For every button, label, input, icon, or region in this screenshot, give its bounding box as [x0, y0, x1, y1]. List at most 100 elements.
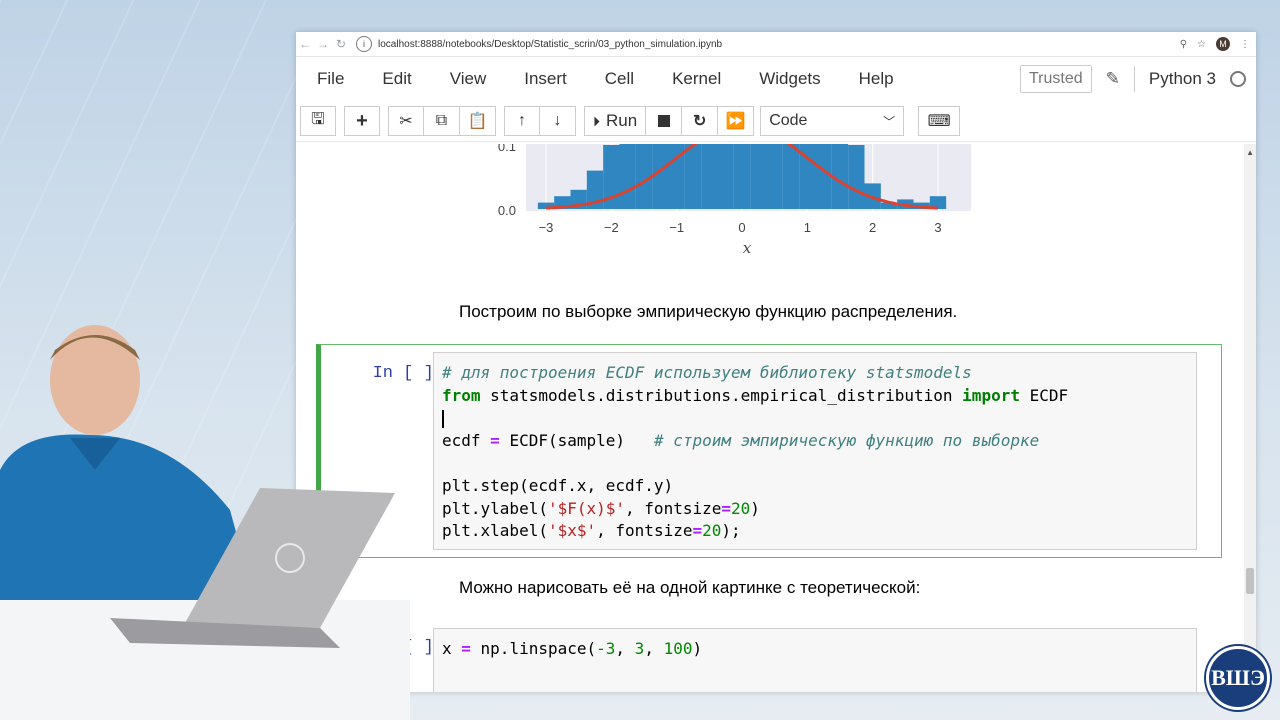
paste-button[interactable]: 📋 [460, 106, 496, 136]
zoom-icon[interactable]: ⚲ [1180, 39, 1187, 50]
histogram-bar [619, 144, 636, 209]
forward-icon[interactable]: → [314, 37, 332, 51]
save-button[interactable]: 🖫 [300, 106, 336, 136]
kernel-status-icon [1230, 71, 1246, 87]
info-icon[interactable]: i [356, 36, 372, 52]
markdown-cell-2[interactable]: Можно нарисовать её на одной картинке с … [459, 578, 920, 598]
more-icon[interactable]: ⋮ [1240, 39, 1250, 50]
reload-icon[interactable]: ↻ [332, 37, 350, 51]
move-up-button[interactable]: ↑ [504, 106, 540, 136]
number-token: 20 [731, 498, 751, 518]
scroll-up-icon[interactable]: ▲ [1246, 148, 1254, 157]
back-icon[interactable]: ← [296, 37, 314, 51]
interrupt-button[interactable] [646, 106, 683, 136]
operator-token: = [692, 521, 703, 541]
string-token: '$x$' [547, 521, 597, 541]
operator-token: = [721, 498, 731, 518]
hse-logo-text: ВШЭ [1211, 665, 1265, 690]
name-token: ECDF [1019, 385, 1069, 405]
histogram-bar [701, 144, 718, 209]
run-label: Run [606, 111, 638, 130]
kernel-name: Python 3 [1148, 69, 1216, 88]
operator-token: = [461, 639, 471, 658]
text-cursor [442, 409, 444, 428]
histogram-bar [848, 145, 865, 209]
restart-run-all-button[interactable]: ⏩ [718, 106, 755, 136]
paste-icon: 📋 [467, 113, 488, 130]
histogram-bar [815, 144, 832, 209]
histogram-bar [733, 144, 751, 209]
x-tick-label: −2 [604, 220, 619, 235]
x-tick-label: −1 [669, 220, 684, 235]
punct-token: , [615, 639, 635, 658]
scissors-icon: ✂ [399, 113, 413, 130]
restart-icon: ↻ [692, 113, 707, 130]
x-tick-label: −3 [539, 220, 554, 235]
punct-token: ) [750, 498, 760, 518]
avatar[interactable]: M [1216, 37, 1230, 51]
code-editor-2[interactable]: x = np.linspace(-3, 3, 100) [433, 628, 1197, 692]
step-forward-icon: ⏵ [593, 112, 600, 129]
call-token: plt.ylabel( [442, 498, 548, 518]
stop-icon [657, 115, 670, 127]
name-token: , fontsize [596, 521, 693, 541]
name-token: x [442, 639, 462, 658]
cut-button[interactable]: ✂ [388, 106, 424, 136]
number-token: -3 [596, 639, 616, 658]
menu-view[interactable]: View [450, 69, 487, 89]
code-line-6: plt.step(ecdf.x, ecdf.y) [442, 475, 674, 495]
call-token: ECDF(sample) [499, 430, 654, 450]
menu-insert[interactable]: Insert [524, 69, 567, 89]
keyboard-icon: ⌨ [927, 113, 951, 130]
command-palette-button[interactable]: ⌨ [918, 106, 961, 136]
laptop [110, 488, 395, 648]
restart-button[interactable]: ↻ [682, 106, 719, 136]
histogram-bar [750, 144, 767, 209]
edit-pencil-icon[interactable]: ✎ [1106, 69, 1120, 89]
notebook-area: 0.1 0.0 −3 −2 −1 0 1 2 3 x Построим по выборке… [296, 144, 1244, 692]
separator [1133, 66, 1135, 92]
code-line-7: plt.ylabel('$F(x)$', fontsize=20) [442, 499, 760, 518]
move-down-button[interactable]: ↓ [540, 106, 576, 136]
string-token: '$F(x)$' [547, 498, 626, 518]
copy-button[interactable]: ⧉ [424, 106, 460, 136]
cell-prompt: In [ ]: [372, 364, 444, 383]
menu-bar: File Edit View Insert Cell Kernel Widget… [296, 57, 1256, 101]
number-token: 20 [702, 521, 722, 541]
menu-cell[interactable]: Cell [605, 69, 634, 89]
menu-kernel[interactable]: Kernel [672, 69, 721, 89]
histogram-bar [782, 144, 800, 209]
keyword-token: import [962, 385, 1020, 405]
url-text[interactable]: localhost:8888/notebooks/Desktop/Statist… [378, 39, 722, 50]
save-icon: 🖫 [311, 110, 325, 128]
cell-type-value: Code [769, 112, 808, 129]
markdown-cell-1[interactable]: Построим по выборке эмпирическую функцию… [459, 302, 957, 322]
code-editor-1[interactable]: # для построения ECDF используем библиот… [433, 352, 1197, 550]
code-line-8: plt.xlabel('$x$', fontsize=20); [442, 521, 741, 540]
x-tick-label: 2 [869, 220, 876, 235]
menu-file[interactable]: File [317, 69, 344, 89]
histogram-bar [717, 144, 734, 209]
punct-token: , [644, 639, 664, 658]
histogram-bar [652, 144, 669, 209]
name-token: , fontsize [625, 498, 722, 518]
star-icon[interactable]: ☆ [1197, 39, 1206, 50]
scroll-thumb[interactable] [1246, 568, 1254, 594]
run-button[interactable]: ⏵ Run [584, 106, 647, 136]
trusted-badge[interactable]: Trusted [1019, 65, 1092, 93]
number-token: 3 [634, 639, 645, 658]
insert-cell-button[interactable]: + [344, 106, 380, 136]
call-token: np.linspace( [470, 639, 597, 658]
cell-type-select[interactable]: Code ﹀ [760, 106, 905, 136]
comment-token: # строим эмпирическую функцию по выборке [653, 430, 1040, 450]
histogram-bar [684, 144, 702, 209]
chevron-down-icon: ﹀ [883, 114, 896, 129]
toolbar: 🖫 + ✂ ⧉ 📋 ↑ ↓ ⏵ Run ↻ ⏩ Code ﹀ ⌨ [296, 101, 1256, 142]
menu-help[interactable]: Help [859, 69, 894, 89]
menu-widgets[interactable]: Widgets [759, 69, 820, 89]
menu-edit[interactable]: Edit [382, 69, 411, 89]
number-token: 100 [663, 639, 693, 658]
browser-window: ← → ↻ i localhost:8888/notebooks/Desktop… [296, 32, 1256, 692]
notebook-scrollbar[interactable]: ▲ [1244, 144, 1256, 692]
module-token: statsmodels.distributions.empirical_dist… [480, 385, 963, 405]
